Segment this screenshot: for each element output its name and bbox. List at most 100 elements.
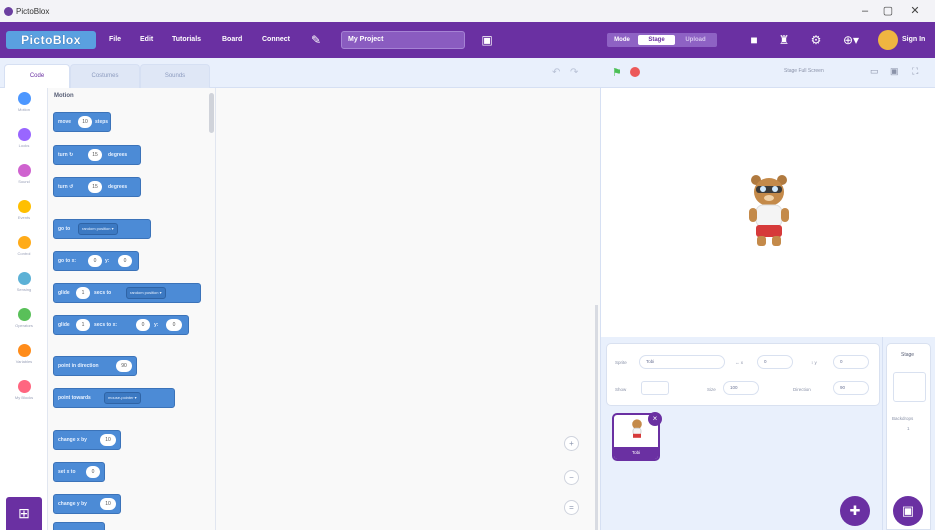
menu-tutorials[interactable]: Tutorials [172, 33, 201, 47]
category-looks[interactable]: Looks [0, 128, 48, 160]
sprite-name-input[interactable]: Tobi [639, 355, 725, 369]
block-text: go to x: [58, 258, 77, 264]
palette-scrollbar[interactable] [209, 93, 214, 133]
save-icon[interactable]: ▣ [479, 32, 495, 48]
close-button[interactable]: ✕ [905, 3, 925, 19]
block-input[interactable]: 0 [88, 255, 102, 267]
block-input[interactable]: 0 [166, 319, 182, 331]
menu-file[interactable]: File [109, 33, 121, 47]
fullscreen-icon[interactable]: ⛶ [912, 66, 918, 77]
undo-icon[interactable]: ↶ [552, 67, 560, 78]
editor-tabs: Code Costumes Sounds [0, 58, 600, 88]
show-toggle[interactable] [641, 381, 669, 395]
block-set-x[interactable]: set x to 0 [53, 462, 105, 482]
block-input[interactable]: 1 [76, 319, 90, 331]
category-sensing[interactable]: Sensing [0, 272, 48, 304]
add-sprite-button[interactable]: ✚ [840, 496, 870, 526]
category-label: Motion [17, 107, 30, 112]
category-label: Sound [18, 179, 30, 184]
fullscreen-label[interactable]: Stage Full Screen [784, 68, 824, 74]
category-label: Looks [18, 143, 30, 148]
block-change-x[interactable]: change x by 10 [53, 430, 121, 450]
sign-in-link[interactable]: Sign In [902, 33, 925, 47]
tobi-sprite[interactable] [744, 170, 794, 250]
zoom-out-icon[interactable]: − [564, 470, 579, 485]
category-label: Variables [15, 359, 33, 364]
block-dropdown[interactable]: random position ▾ [126, 287, 166, 299]
block-change-y[interactable]: change y by 10 [53, 494, 121, 514]
category-motion[interactable]: Motion [0, 92, 48, 124]
block-glide-xy[interactable]: glide 1 secs to x: 0 y: 0 [53, 315, 189, 335]
block-input[interactable]: 10 [100, 498, 116, 510]
category-events[interactable]: Events [0, 200, 48, 232]
zoom-reset-icon[interactable]: = [564, 500, 579, 515]
backdrops-count: 1 [907, 426, 910, 431]
chat-icon[interactable]: ■ [746, 32, 762, 48]
block-input[interactable]: 0 [136, 319, 150, 331]
block-input[interactable]: 10 [100, 434, 116, 446]
stop-icon[interactable] [630, 67, 640, 77]
category-menu: Motion Looks Sound Events Control Sensin… [0, 88, 48, 530]
avatar[interactable] [878, 30, 898, 50]
tab-code[interactable]: Code [4, 64, 70, 88]
category-variables[interactable]: Variables [0, 344, 48, 376]
tab-sounds[interactable]: Sounds [140, 64, 210, 88]
block-input[interactable]: 15 [88, 149, 102, 161]
minimize-button[interactable]: – [855, 3, 875, 19]
block-input[interactable]: 1 [76, 287, 90, 299]
large-stage-icon[interactable]: ▣ [890, 66, 899, 77]
delete-sprite-icon[interactable]: × [648, 412, 662, 426]
block-input[interactable]: 90 [116, 360, 132, 372]
window-title: PictoBlox [16, 6, 50, 16]
add-extension-button[interactable]: ⊞ [6, 497, 42, 530]
tab-sounds-label: Sounds [164, 73, 186, 79]
block-dropdown[interactable]: random position ▾ [78, 223, 118, 235]
category-my-blocks[interactable]: My Blocks [0, 380, 48, 412]
size-label: Size [707, 387, 716, 392]
workspace-scrollbar[interactable] [595, 305, 598, 530]
block-go-to[interactable]: go to random position ▾ [53, 219, 151, 239]
y-input[interactable]: 0 [833, 355, 869, 369]
zoom-in-icon[interactable]: + [564, 436, 579, 451]
block-input[interactable]: 0 [118, 255, 132, 267]
stage-thumbnail[interactable] [893, 372, 926, 402]
block-text: secs to [94, 290, 112, 296]
menu-board[interactable]: Board [222, 33, 242, 47]
block-turn-left[interactable]: turn ↺ 15 degrees [53, 177, 141, 197]
maximize-button[interactable]: ▢ [878, 3, 898, 19]
extension-icon[interactable]: ✎ [308, 32, 324, 48]
category-operators[interactable]: Operators [0, 308, 48, 340]
language-icon[interactable]: ⊕▾ [840, 32, 862, 48]
direction-input[interactable]: 90 [833, 381, 869, 395]
x-input[interactable]: 0 [757, 355, 793, 369]
menu-edit[interactable]: Edit [140, 33, 153, 47]
block-move-steps[interactable]: move 10 steps [53, 112, 111, 132]
redo-icon[interactable]: ↷ [570, 67, 578, 78]
green-flag-icon[interactable]: ⚑ [612, 66, 622, 79]
block-go-to-xy[interactable]: go to x: 0 y: 0 [53, 251, 139, 271]
add-backdrop-button[interactable]: ▣ [893, 496, 923, 526]
mode-stage-button[interactable]: Stage [638, 35, 675, 45]
pictoblox-logo[interactable]: PictoBlox [6, 31, 96, 49]
mode-upload-button[interactable]: Upload [677, 33, 714, 47]
block-glide-to[interactable]: glide 1 secs to random position ▾ [53, 283, 201, 303]
block-turn-right[interactable]: turn ↻ 15 degrees [53, 145, 141, 165]
code-workspace[interactable] [216, 88, 600, 530]
block-input[interactable]: 10 [78, 116, 92, 128]
block-point-towards[interactable]: point towards mouse-pointer ▾ [53, 388, 175, 408]
tab-costumes[interactable]: Costumes [70, 64, 140, 88]
block-point-direction[interactable]: point in direction 90 [53, 356, 137, 376]
size-input[interactable]: 100 [723, 381, 759, 395]
project-name-input[interactable]: My Project [341, 31, 465, 49]
block-text: point towards [58, 395, 91, 401]
block-input[interactable]: 0 [86, 466, 100, 478]
robot-icon[interactable]: ♜ [776, 32, 792, 48]
block-set-y-partial[interactable] [53, 522, 105, 530]
block-dropdown[interactable]: mouse-pointer ▾ [104, 392, 141, 404]
category-sound[interactable]: Sound [0, 164, 48, 196]
category-control[interactable]: Control [0, 236, 48, 268]
menu-connect[interactable]: Connect [262, 33, 290, 47]
gear-icon[interactable]: ⚙ [808, 32, 824, 48]
block-input[interactable]: 15 [88, 181, 102, 193]
small-stage-icon[interactable]: ▭ [870, 66, 879, 77]
